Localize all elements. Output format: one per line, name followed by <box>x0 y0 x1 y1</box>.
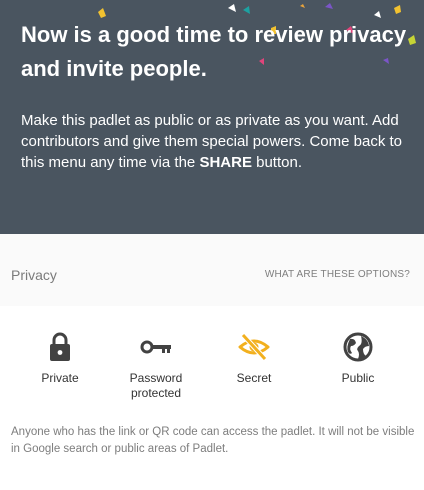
option-label-secret: Secret <box>236 371 272 385</box>
options-help-link[interactable]: WHAT ARE THESE OPTIONS? <box>265 269 410 280</box>
privacy-option-description: Anyone who has the link or QR code can a… <box>11 426 415 455</box>
lock-icon <box>50 332 70 361</box>
globe-icon <box>343 332 373 362</box>
banner-title: Now is a good time to review privacy and… <box>21 22 407 81</box>
privacy-option-private[interactable]: Private <box>15 330 105 386</box>
eye-off-icon <box>238 333 270 361</box>
option-label-public: Public <box>341 371 375 385</box>
privacy-option-password-protected[interactable]: Password protected <box>111 330 201 401</box>
banner-description-end: button. <box>256 154 302 171</box>
privacy-option-secret[interactable]: Secret <box>209 330 299 386</box>
welcome-banner: Now is a good time to review privacy and… <box>0 0 424 234</box>
banner-description: Make this padlet as public or as private… <box>21 110 407 173</box>
privacy-label: Privacy <box>11 267 57 283</box>
option-label-password-protected: Password protected <box>129 371 183 400</box>
privacy-panel: Privacy WHAT ARE THESE OPTIONS? Private … <box>0 234 424 490</box>
key-icon <box>140 340 171 354</box>
option-label-private: Private <box>41 371 79 385</box>
privacy-header: Privacy WHAT ARE THESE OPTIONS? <box>0 234 424 306</box>
share-keyword: SHARE <box>199 154 252 171</box>
privacy-option-public[interactable]: Public <box>313 330 403 386</box>
